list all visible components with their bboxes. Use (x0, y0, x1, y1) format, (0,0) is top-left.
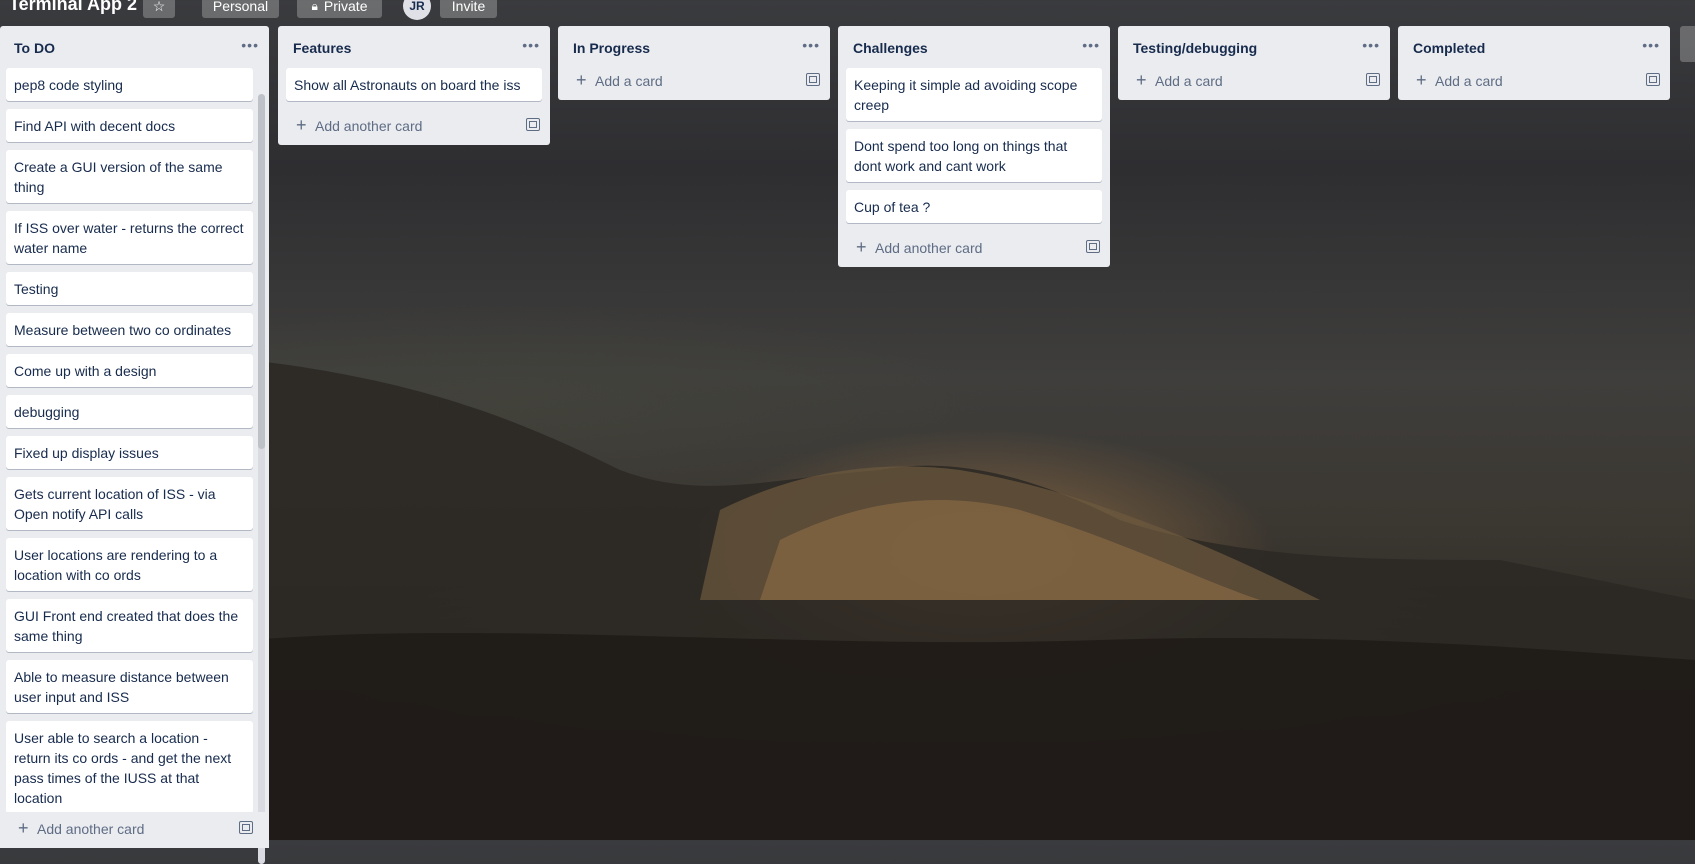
card-template-icon[interactable] (526, 118, 540, 131)
star-button[interactable]: ☆ (143, 0, 175, 18)
ellipsis-icon[interactable]: ••• (1082, 37, 1100, 53)
add-list-button[interactable] (1680, 26, 1695, 62)
list-features: Features ••• Show all Astronauts on boar… (278, 26, 550, 145)
card[interactable]: Fixed up display issues (6, 436, 253, 469)
list-title[interactable]: Features (293, 40, 351, 56)
list-header[interactable]: Features ••• (278, 26, 550, 68)
card-template-icon[interactable] (1646, 73, 1660, 86)
card-template-icon[interactable] (1086, 240, 1100, 253)
ellipsis-icon[interactable]: ••• (241, 37, 259, 53)
card[interactable]: debugging (6, 395, 253, 428)
list-header[interactable]: Completed ••• (1398, 26, 1670, 64)
personal-label: Personal (212, 0, 269, 14)
add-card-button[interactable]: + Add a card (558, 64, 830, 100)
list-title[interactable]: In Progress (573, 40, 650, 56)
ellipsis-icon[interactable]: ••• (802, 37, 820, 53)
list-title[interactable]: Testing/debugging (1133, 40, 1257, 56)
add-card-button[interactable]: + Add another card (838, 231, 1110, 267)
card[interactable]: Testing (6, 272, 253, 305)
add-card-button[interactable]: + Add a card (1118, 64, 1390, 100)
card-list: Show all Astronauts on board the iss (278, 68, 550, 101)
list-header[interactable]: To DO ••• (0, 26, 269, 68)
add-card-button[interactable]: + Add another card (0, 812, 269, 848)
card[interactable]: GUI Front end created that does the same… (6, 599, 253, 652)
plus-icon: + (1136, 70, 1147, 90)
card[interactable]: Come up with a design (6, 354, 253, 387)
scrollbar-thumb[interactable] (258, 94, 265, 449)
add-card-button[interactable]: + Add a card (1398, 64, 1670, 100)
card[interactable]: Show all Astronauts on board the iss (286, 68, 542, 101)
card[interactable]: User able to search a location - return … (6, 721, 253, 814)
plus-icon: + (1416, 70, 1427, 90)
list-in-progress: In Progress ••• + Add a card (558, 26, 830, 100)
list-title[interactable]: Completed (1413, 40, 1485, 56)
card[interactable]: User locations are rendering to a locati… (6, 538, 253, 591)
star-icon: ☆ (152, 0, 166, 14)
list-challenges: Challenges ••• Keeping it simple ad avoi… (838, 26, 1110, 267)
plus-icon: + (296, 115, 307, 135)
add-card-label: Add a card (595, 73, 663, 89)
ellipsis-icon[interactable]: ••• (1362, 37, 1380, 53)
list-title[interactable]: Challenges (853, 40, 928, 56)
avatar-initials: JR (409, 0, 425, 13)
card-list: pep8 code styling Find API with decent d… (0, 68, 269, 814)
card[interactable]: Measure between two co ordinates (6, 313, 253, 346)
card[interactable]: Able to measure distance between user in… (6, 660, 253, 713)
ellipsis-icon[interactable]: ••• (1642, 37, 1660, 53)
card[interactable]: Find API with decent docs (6, 109, 253, 142)
board-header: Terminal App 2 ☆ Personal 🔒︎ Private JR … (0, 0, 1695, 22)
list-header[interactable]: Challenges ••• (838, 26, 1110, 68)
private-label: Private (323, 0, 368, 14)
add-card-label: Add another card (315, 118, 423, 134)
card[interactable]: Create a GUI version of the same thing (6, 150, 253, 203)
card-template-icon[interactable] (1366, 73, 1380, 86)
card[interactable]: If ISS over water - returns the correct … (6, 211, 253, 264)
list-title[interactable]: To DO (14, 40, 55, 56)
add-card-label: Add a card (1435, 73, 1503, 89)
add-card-button[interactable]: + Add another card (278, 109, 550, 145)
card[interactable]: Cup of tea ? (846, 190, 1102, 223)
add-card-label: Add another card (875, 240, 983, 256)
card-template-icon[interactable] (239, 821, 253, 834)
private-visibility-button[interactable]: 🔒︎ Private (297, 0, 382, 18)
list-header[interactable]: Testing/debugging ••• (1118, 26, 1390, 64)
list-scrollbar[interactable] (258, 94, 265, 864)
lock-icon: 🔒︎ (311, 0, 318, 13)
invite-button[interactable]: Invite (440, 0, 497, 18)
card-list: Keeping it simple ad avoiding scope cree… (838, 68, 1110, 223)
add-card-label: Add another card (37, 821, 145, 837)
plus-icon: + (576, 70, 587, 90)
list-header[interactable]: In Progress ••• (558, 26, 830, 64)
board-title[interactable]: Terminal App 2 (9, 0, 137, 15)
card-template-icon[interactable] (806, 73, 820, 86)
list-completed: Completed ••• + Add a card (1398, 26, 1670, 100)
list-to-do: To DO ••• pep8 code styling Find API wit… (0, 26, 269, 864)
member-avatar[interactable]: JR (403, 0, 431, 20)
card[interactable]: pep8 code styling (6, 68, 253, 101)
personal-visibility-button[interactable]: Personal (202, 0, 279, 18)
list-testing-debugging: Testing/debugging ••• + Add a card (1118, 26, 1390, 100)
invite-label: Invite (451, 0, 486, 14)
plus-icon: + (18, 818, 29, 838)
ellipsis-icon[interactable]: ••• (522, 37, 540, 53)
add-card-label: Add a card (1155, 73, 1223, 89)
plus-icon: + (856, 237, 867, 257)
card[interactable]: Keeping it simple ad avoiding scope cree… (846, 68, 1102, 121)
card[interactable]: Dont spend too long on things that dont … (846, 129, 1102, 182)
card[interactable]: Gets current location of ISS - via Open … (6, 477, 253, 530)
